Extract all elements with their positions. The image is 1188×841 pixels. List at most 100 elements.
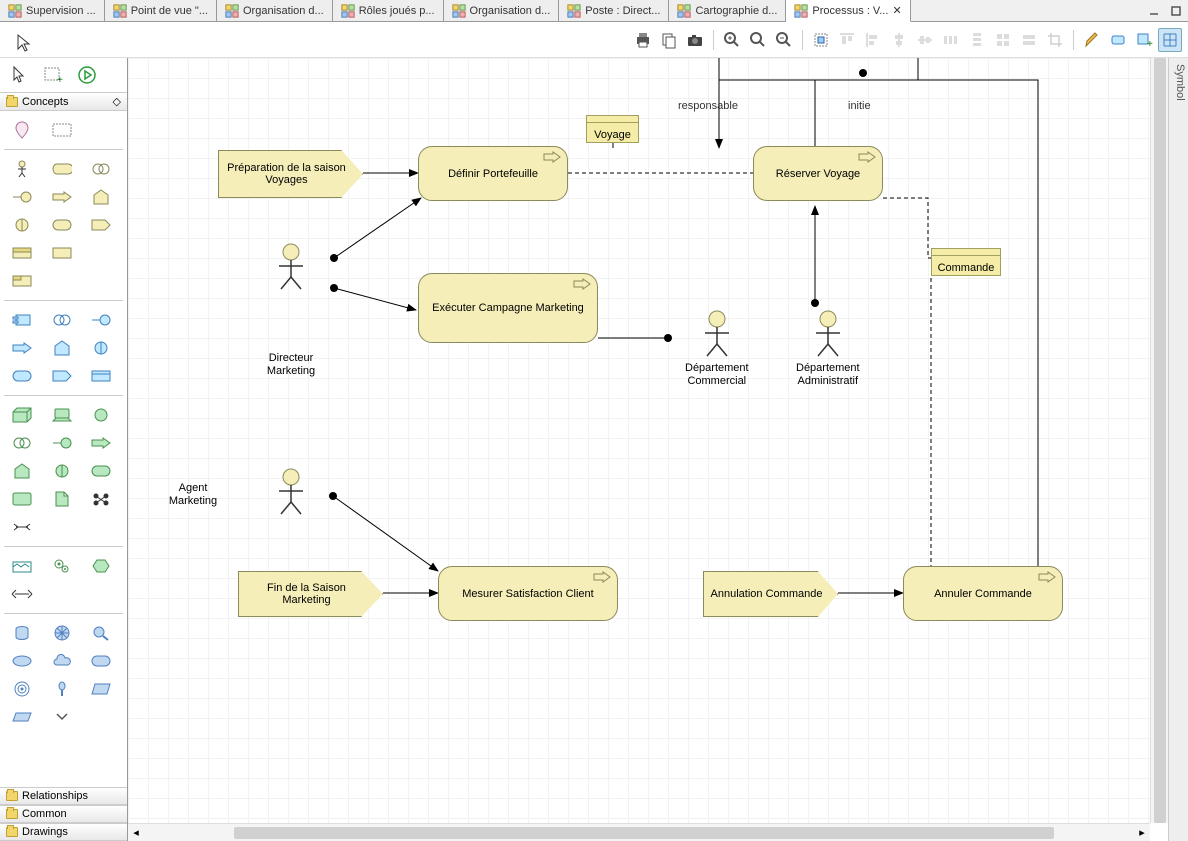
- shape-function-g-icon[interactable]: [4, 460, 40, 482]
- shape-arrow-g-icon[interactable]: [83, 432, 119, 454]
- shape-collab-b-icon[interactable]: [44, 309, 80, 331]
- scroll-right-icon[interactable]: ▸: [1134, 825, 1150, 841]
- shape-node-icon[interactable]: [4, 404, 40, 426]
- align-top-button[interactable]: [835, 28, 859, 52]
- brush-button[interactable]: [1080, 28, 1104, 52]
- tab-poste[interactable]: Poste : Direct...: [559, 0, 669, 21]
- data-voyage[interactable]: Voyage: [586, 115, 639, 143]
- process-annuler[interactable]: Annuler Commande: [903, 566, 1063, 621]
- tab-pointdevue[interactable]: Point de vue "...: [105, 0, 217, 21]
- shape-interface-b-icon[interactable]: [83, 309, 119, 331]
- select-mode-button[interactable]: [809, 28, 833, 52]
- tab-cartographie[interactable]: Cartographie d...: [669, 0, 786, 21]
- shape-process-icon[interactable]: [44, 214, 80, 236]
- zoom-reset-button[interactable]: [746, 28, 770, 52]
- shape-component-b-icon[interactable]: [4, 309, 40, 331]
- event-prep-saison[interactable]: Préparation de la saison Voyages: [218, 150, 363, 198]
- shape-event-b-icon[interactable]: [44, 365, 80, 387]
- shape-role-icon[interactable]: [44, 158, 80, 180]
- palette-section-concepts[interactable]: Concepts ◇: [0, 92, 127, 111]
- actor-agent[interactable]: Agent Marketing: [273, 468, 309, 516]
- shape-location-icon[interactable]: [4, 119, 40, 141]
- zoom-out-button[interactable]: [772, 28, 796, 52]
- shape-arrow-y-icon[interactable]: [44, 186, 80, 208]
- shape-half-parallel-icon[interactable]: [4, 706, 40, 728]
- print-button[interactable]: [631, 28, 655, 52]
- shape-constraint-icon[interactable]: [44, 678, 80, 700]
- shape-sysserv-icon[interactable]: [83, 404, 119, 426]
- distribute-v-button[interactable]: [965, 28, 989, 52]
- process-mesurer[interactable]: Mesurer Satisfaction Client: [438, 566, 618, 621]
- horizontal-scrollbar[interactable]: ◂ ▸: [128, 823, 1150, 841]
- palette-section-relationships[interactable]: Relationships: [0, 787, 127, 805]
- scroll-thumb[interactable]: [234, 827, 1054, 839]
- shape-device-icon[interactable]: [44, 404, 80, 426]
- crop-button[interactable]: [1043, 28, 1067, 52]
- shape-ellipse-icon[interactable]: [4, 650, 40, 672]
- process-definir[interactable]: Définir Portefeuille: [418, 146, 568, 201]
- actor-dept-commercial[interactable]: Département Commercial: [685, 310, 749, 388]
- align-left-button[interactable]: [861, 28, 885, 52]
- add-element-button[interactable]: +: [1132, 28, 1156, 52]
- shape-interaction-g-icon[interactable]: [44, 460, 80, 482]
- concept-button[interactable]: [1106, 28, 1130, 52]
- minimize-button[interactable]: [1146, 4, 1162, 18]
- shape-gears-icon[interactable]: [44, 555, 80, 577]
- same-width-button[interactable]: [991, 28, 1015, 52]
- shape-parallelogram-icon[interactable]: [83, 678, 119, 700]
- palette-section-common[interactable]: Common: [0, 805, 127, 823]
- same-height-button[interactable]: [1017, 28, 1041, 52]
- align-center-v-button[interactable]: [913, 28, 937, 52]
- shape-function-icon[interactable]: [83, 186, 119, 208]
- shape-function-b-icon[interactable]: [44, 337, 80, 359]
- shape-collab-icon[interactable]: [83, 158, 119, 180]
- shape-requirement-icon[interactable]: [83, 650, 119, 672]
- actor-directeur[interactable]: Directeur Marketing: [273, 243, 309, 291]
- shape-actor-icon[interactable]: [4, 158, 40, 180]
- palette-section-drawings[interactable]: Drawings: [0, 823, 127, 841]
- copy-button[interactable]: [657, 28, 681, 52]
- shape-hexagon-icon[interactable]: [83, 555, 119, 577]
- shape-arrow-b-icon[interactable]: [4, 337, 40, 359]
- event-annulation[interactable]: Annulation Commande: [703, 571, 838, 617]
- process-reserver[interactable]: Réserver Voyage: [753, 146, 883, 201]
- pointer-tool[interactable]: [8, 64, 30, 86]
- shape-artifact-icon[interactable]: [44, 488, 80, 510]
- tab-processus[interactable]: Processus : V... ✕: [786, 0, 910, 22]
- scroll-left-icon[interactable]: ◂: [128, 825, 144, 841]
- shape-group-icon[interactable]: [44, 119, 80, 141]
- shape-interaction-icon[interactable]: [4, 214, 40, 236]
- align-center-h-button[interactable]: [887, 28, 911, 52]
- tab-organisation2[interactable]: Organisation d...: [444, 0, 560, 21]
- shape-dataobj-b-icon[interactable]: [83, 365, 119, 387]
- shape-connector-icon[interactable]: [4, 516, 40, 538]
- camera-button[interactable]: [683, 28, 707, 52]
- maximize-button[interactable]: [1168, 4, 1184, 18]
- vertical-scrollbar[interactable]: [1150, 58, 1168, 823]
- shape-cloud-icon[interactable]: [44, 650, 80, 672]
- side-panel-symbol[interactable]: Symbol: [1168, 58, 1188, 841]
- tab-roles[interactable]: Rôles joués p...: [333, 0, 444, 21]
- shape-wheel-icon[interactable]: [44, 622, 80, 644]
- grid-button[interactable]: [1158, 28, 1182, 52]
- shape-event-icon[interactable]: [83, 214, 119, 236]
- shape-workpkg-icon[interactable]: [4, 555, 40, 577]
- actor-dept-admin[interactable]: Département Administratif: [796, 310, 860, 388]
- shape-appservice-icon[interactable]: [4, 365, 40, 387]
- scroll-thumb[interactable]: [1154, 58, 1166, 823]
- marquee-tool[interactable]: +: [42, 64, 64, 86]
- shape-cylinder-icon[interactable]: [4, 622, 40, 644]
- diagram-canvas[interactable]: Voyage Commande Préparation de la saison…: [128, 58, 1150, 823]
- shape-dropdown-icon[interactable]: [44, 706, 80, 728]
- data-commande[interactable]: Commande: [931, 248, 1001, 276]
- shape-interface-icon[interactable]: [4, 186, 40, 208]
- close-icon[interactable]: ✕: [888, 4, 901, 17]
- shape-network-icon[interactable]: [4, 488, 40, 510]
- shape-lens-icon[interactable]: [83, 622, 119, 644]
- shape-product-icon[interactable]: [4, 270, 40, 292]
- shape-service-icon[interactable]: [4, 242, 40, 264]
- shape-collab-g-icon[interactable]: [4, 432, 40, 454]
- shape-contract-icon[interactable]: [44, 242, 80, 264]
- navigate-tool[interactable]: [76, 64, 98, 86]
- shape-commpath-icon[interactable]: [83, 488, 119, 510]
